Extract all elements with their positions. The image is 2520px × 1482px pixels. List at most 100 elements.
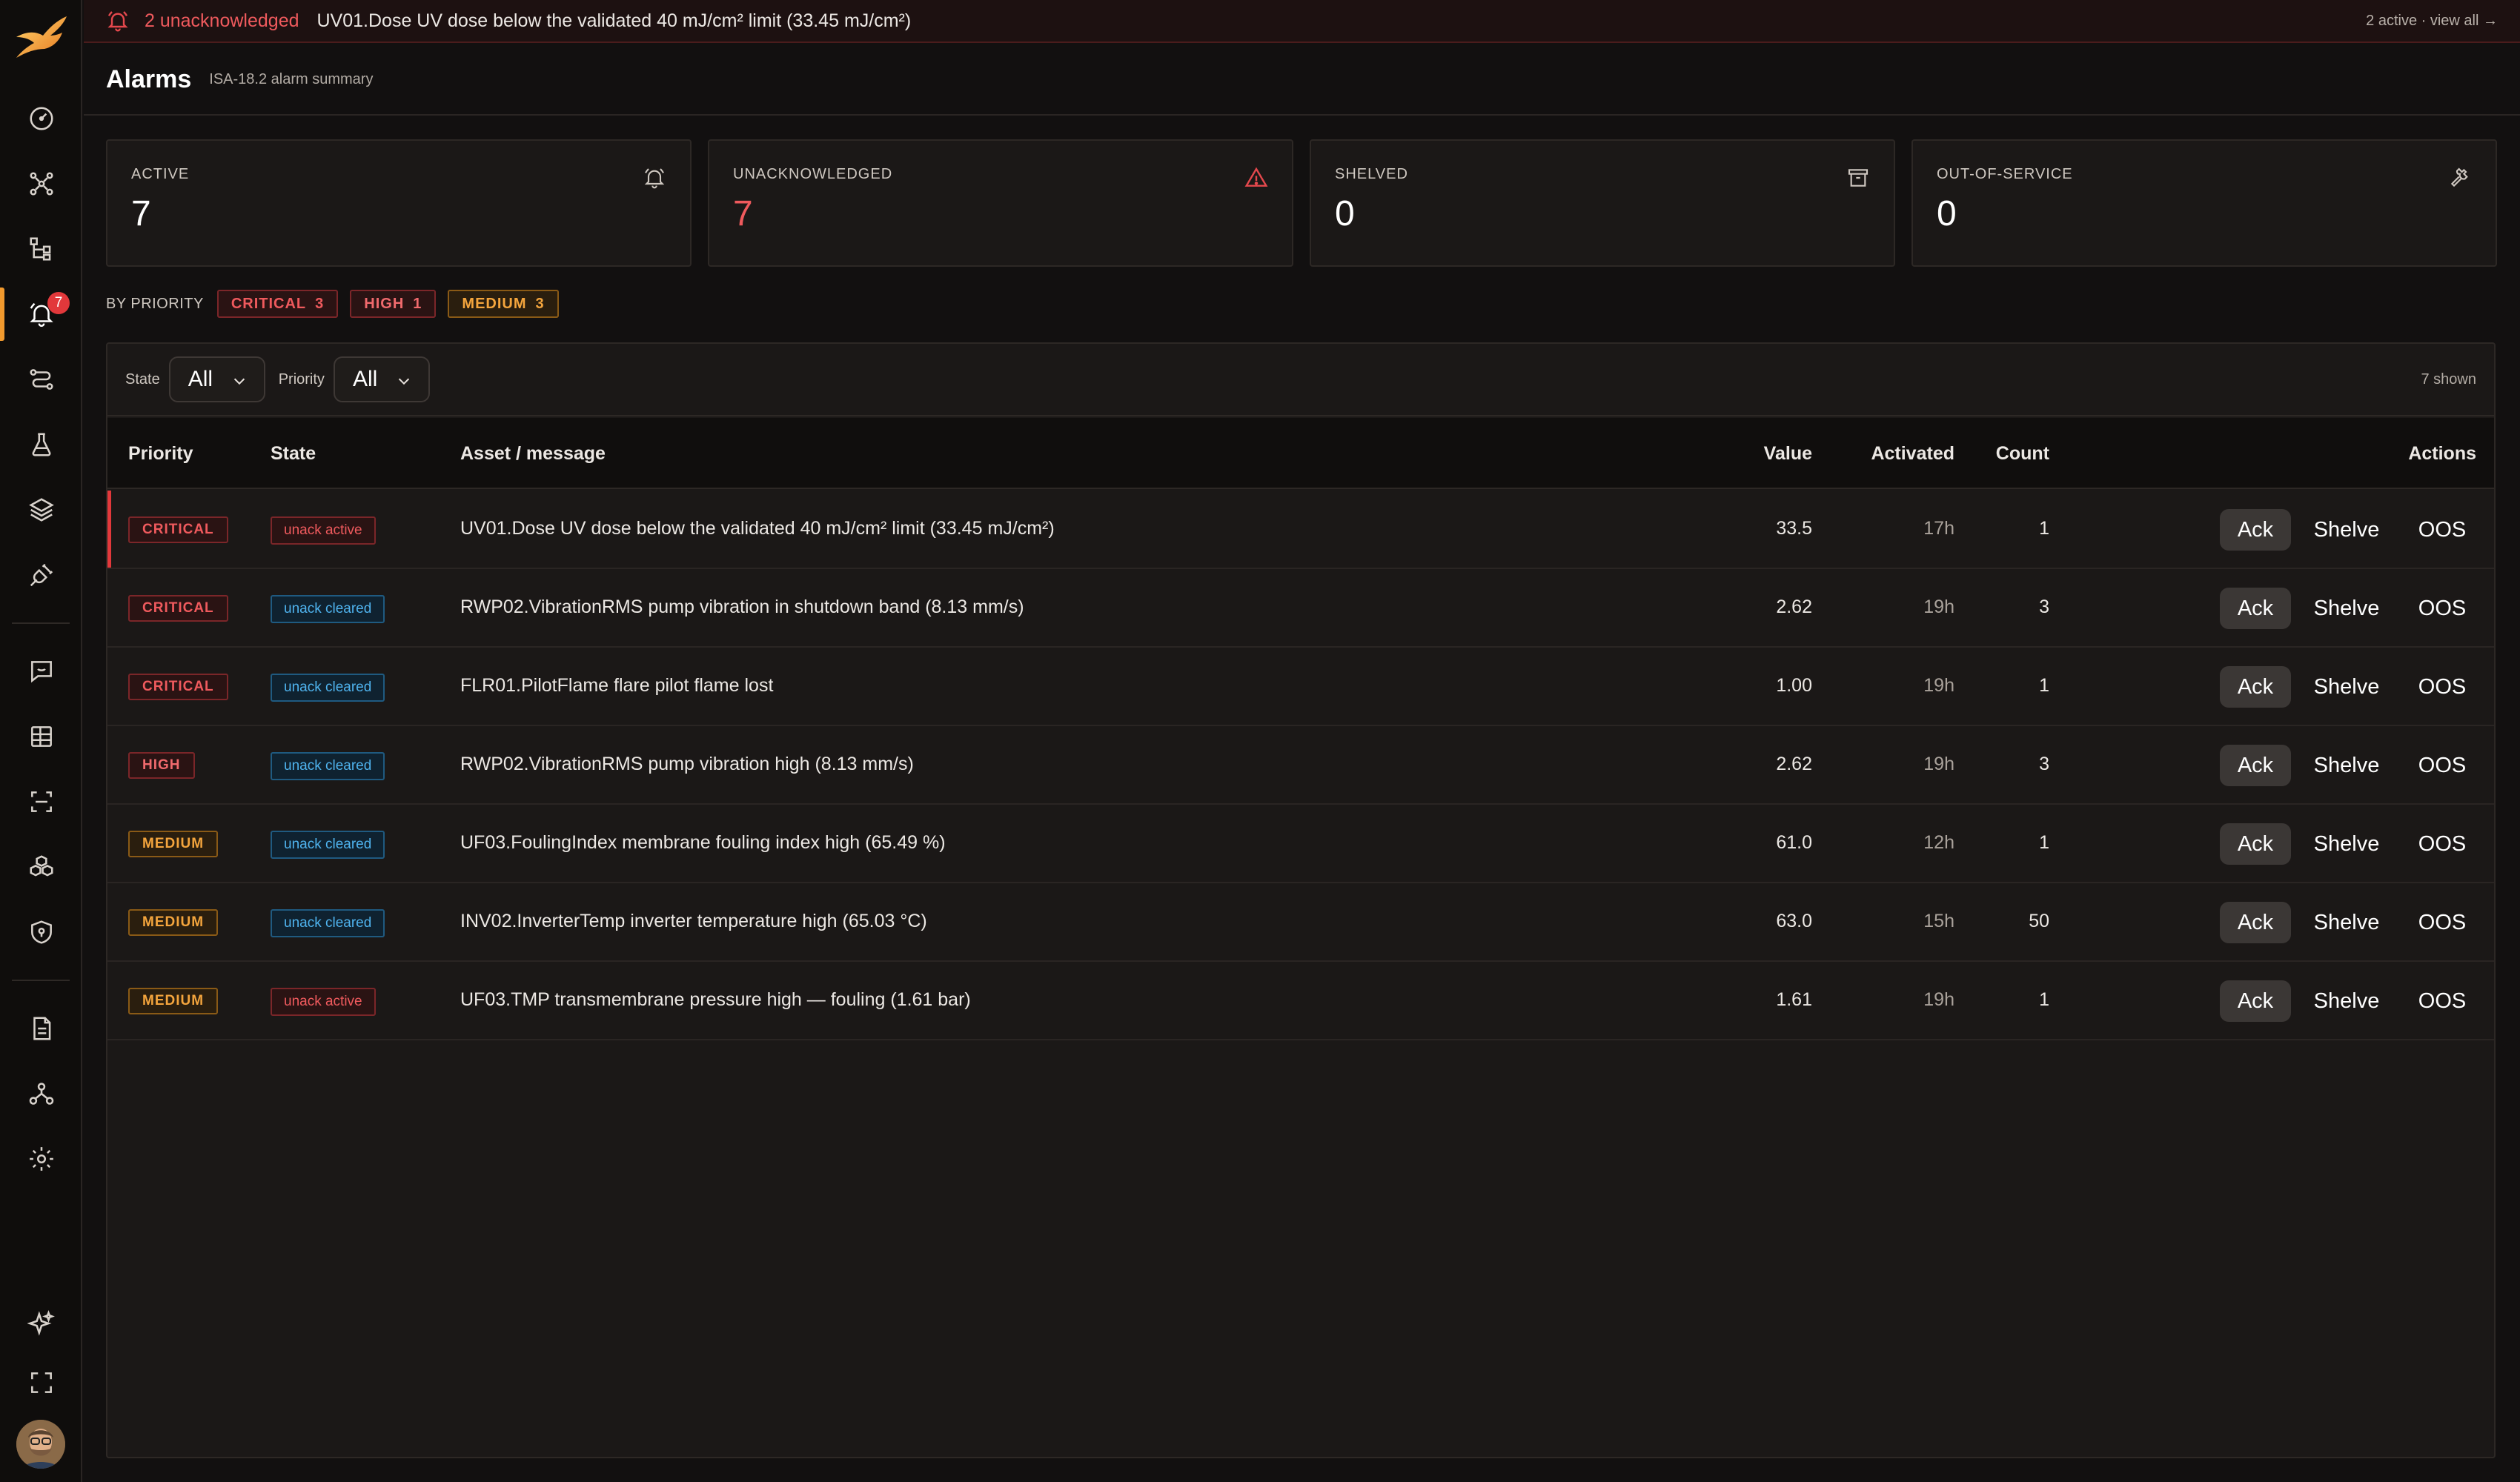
alarm-count-badge: 7: [47, 292, 70, 314]
table-row[interactable]: CRITICAL unack cleared RWP02.VibrationRMS …: [107, 569, 2494, 648]
sidebar: 7: [0, 0, 82, 1482]
col-value[interactable]: Value: [1764, 443, 1812, 465]
shelve-button[interactable]: Shelve: [2306, 745, 2387, 786]
nav-layers[interactable]: [0, 480, 82, 539]
table-row[interactable]: CRITICAL unack active UV01.Dose UV dose be…: [107, 491, 2494, 569]
alarm-count: 1: [2039, 832, 2049, 853]
alarm-value: 61.0: [1776, 832, 1812, 853]
nav-alarms[interactable]: 7: [0, 285, 82, 344]
alarm-message: INV02.InverterTemp inverter temperature …: [460, 911, 927, 931]
nav-fullscreen[interactable]: [0, 1353, 82, 1412]
col-state[interactable]: State: [271, 443, 316, 465]
ack-button[interactable]: Ack: [2220, 980, 2291, 1022]
oos-button[interactable]: OOS: [2414, 902, 2470, 943]
nav-chat[interactable]: [0, 642, 82, 701]
document-icon: [33, 1017, 50, 1040]
col-actions: Actions: [2408, 443, 2476, 464]
table-row[interactable]: MEDIUM unack active UF03.TMP transmembrane…: [107, 962, 2494, 1040]
chevron-down-icon: [398, 378, 410, 385]
shelve-button[interactable]: Shelve: [2306, 980, 2387, 1022]
state-filter-label: State: [125, 370, 160, 388]
kpi-card-unacknowledged: UNACKNOWLEDGED 7: [708, 139, 1293, 267]
kpi-card-shelved: SHELVED 0: [1310, 139, 1895, 267]
nav-models[interactable]: [0, 837, 82, 897]
ack-button[interactable]: Ack: [2220, 745, 2291, 786]
oos-button[interactable]: OOS: [2414, 980, 2470, 1022]
table-row[interactable]: MEDIUM unack cleared UF03.FoulingIndex mem…: [107, 805, 2494, 883]
gauge-icon: [29, 107, 53, 130]
kpi-card-active: ACTIVE 7: [106, 139, 692, 267]
shelve-button[interactable]: Shelve: [2306, 588, 2387, 629]
oos-button[interactable]: OOS: [2414, 509, 2470, 551]
ack-button[interactable]: Ack: [2220, 823, 2291, 865]
kpi-value: 0: [1937, 194, 1957, 233]
warning-icon: [1244, 167, 1268, 187]
priority-chip-medium[interactable]: MEDIUM 3: [448, 290, 559, 318]
nav-grid[interactable]: [0, 707, 82, 766]
archive-icon: [1848, 169, 1869, 187]
ack-button[interactable]: Ack: [2220, 588, 2291, 629]
table-row[interactable]: CRITICAL unack cleared FLR01.PilotFlame fl…: [107, 648, 2494, 726]
nav-scan[interactable]: [0, 772, 82, 831]
nav-dashboard[interactable]: [0, 89, 82, 148]
nav-reports[interactable]: [0, 999, 82, 1058]
page-subtitle: ISA-18.2 alarm summary: [209, 70, 374, 87]
alarm-message: UF03.FoulingIndex membrane fouling index…: [460, 832, 946, 853]
ack-button[interactable]: Ack: [2220, 902, 2291, 943]
fullscreen-icon: [30, 1372, 52, 1393]
state-badge: unack active: [271, 516, 376, 545]
col-activated[interactable]: Activated: [1871, 443, 1954, 465]
view-all-link[interactable]: 2 active · view all →: [2366, 13, 2498, 30]
alarm-message: RWP02.VibrationRMS pump vibration high (…: [460, 754, 914, 774]
nav-assistant[interactable]: [0, 1294, 82, 1353]
nav-connections[interactable]: [0, 545, 82, 605]
col-count[interactable]: Count: [1996, 443, 2049, 465]
state-filter-select[interactable]: All: [168, 356, 265, 402]
alarm-value: 2.62: [1776, 597, 1812, 617]
oos-button[interactable]: OOS: [2414, 588, 2470, 629]
nav-security[interactable]: [0, 903, 82, 962]
users-icon: [29, 1083, 53, 1105]
user-avatar[interactable]: [16, 1420, 65, 1469]
priority-chip-high[interactable]: HIGH 1: [350, 290, 437, 318]
table-row[interactable]: MEDIUM unack cleared INV02.InverterTemp in…: [107, 883, 2494, 962]
col-asset[interactable]: Asset / message: [460, 443, 606, 465]
chat-icon: [30, 661, 52, 683]
shelve-button[interactable]: Shelve: [2306, 509, 2387, 551]
alarm-count: 1: [2039, 518, 2049, 539]
nav-users[interactable]: [0, 1064, 82, 1123]
table-row[interactable]: HIGH unack cleared RWP02.VibrationRMS pump…: [107, 726, 2494, 805]
col-priority[interactable]: Priority: [128, 443, 193, 465]
chevron-down-icon: [233, 378, 245, 385]
shelve-button[interactable]: Shelve: [2306, 823, 2387, 865]
alarm-value: 33.5: [1776, 518, 1812, 539]
kpi-value: 0: [1335, 194, 1355, 233]
kpi-value: 7: [733, 194, 753, 233]
priority-filter-label: Priority: [278, 370, 325, 388]
state-badge: unack cleared: [271, 909, 385, 937]
oos-button[interactable]: OOS: [2414, 666, 2470, 708]
state-badge: unack cleared: [271, 752, 385, 780]
oos-button[interactable]: OOS: [2414, 823, 2470, 865]
nav-lab[interactable]: [0, 415, 82, 474]
phoenix-logo[interactable]: [13, 15, 68, 61]
nav-topology[interactable]: [0, 154, 82, 213]
alarm-count: 1: [2039, 675, 2049, 696]
shelve-button[interactable]: Shelve: [2306, 666, 2387, 708]
nav-settings[interactable]: [0, 1129, 82, 1189]
oos-button[interactable]: OOS: [2414, 745, 2470, 786]
banner-unack-count: 2 unacknowledged: [145, 10, 299, 31]
ack-button[interactable]: Ack: [2220, 666, 2291, 708]
nav-routes[interactable]: [0, 350, 82, 409]
priority-badge: CRITICAL: [128, 674, 228, 700]
priority-filter-select[interactable]: All: [333, 356, 430, 402]
shelve-button[interactable]: Shelve: [2306, 902, 2387, 943]
alarm-banner[interactable]: 2 unacknowledged UV01.Dose UV dose below…: [84, 0, 2520, 43]
priority-chip-critical[interactable]: CRITICAL 3: [216, 290, 339, 318]
alarm-value: 1.61: [1776, 989, 1812, 1010]
alarm-activated: 17h: [1923, 518, 1954, 539]
state-badge: unack active: [271, 988, 376, 1016]
nav-hierarchy[interactable]: [0, 219, 82, 279]
banner-message: UV01.Dose UV dose below the validated 40…: [316, 10, 912, 31]
ack-button[interactable]: Ack: [2220, 509, 2291, 551]
